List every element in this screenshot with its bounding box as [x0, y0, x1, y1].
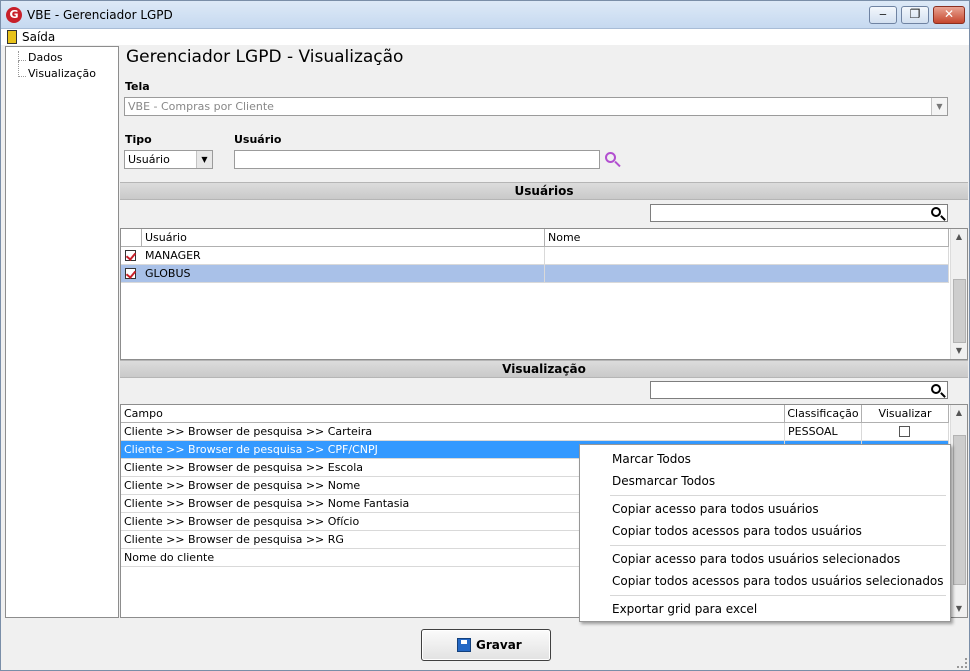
view-search-input[interactable] [650, 381, 948, 399]
tree-connector [18, 61, 26, 77]
view-campo: Cliente >> Browser de pesquisa >> Cartei… [121, 423, 785, 441]
tipo-label: Tipo [125, 133, 152, 146]
scroll-down-icon[interactable]: ▼ [951, 601, 967, 617]
scroll-thumb[interactable] [953, 435, 966, 585]
tipo-select-value: Usuário [128, 153, 170, 166]
users-search-input[interactable] [650, 204, 948, 222]
menu-separator [610, 595, 946, 596]
tela-select-value: VBE - Compras por Cliente [128, 100, 274, 113]
users-header-check [121, 229, 142, 247]
users-header-usuario[interactable]: Usuário [142, 229, 545, 247]
menu-item-copiar-todos-acessos[interactable]: Copiar todos acessos para todos usuários [612, 524, 862, 538]
menu-item-marcar-todos[interactable]: Marcar Todos [612, 452, 691, 466]
tree-connector [18, 51, 26, 61]
close-button[interactable]: ✕ [933, 6, 965, 24]
usuario-label: Usuário [234, 133, 282, 146]
context-menu: Marcar Todos Desmarcar Todos Copiar aces… [579, 444, 951, 622]
search-icon[interactable] [605, 152, 621, 168]
tela-select[interactable]: VBE - Compras por Cliente ▼ [124, 97, 948, 116]
menu-separator [610, 545, 946, 546]
table-row[interactable]: MANAGER [121, 247, 949, 265]
table-row[interactable]: Cliente >> Browser de pesquisa >> Cartei… [121, 423, 949, 441]
user-nome [545, 265, 949, 283]
users-scrollbar[interactable]: ▲ ▼ [950, 229, 967, 359]
view-section-header: Visualização [120, 360, 968, 378]
tree-item-visualizacao[interactable]: Visualização [28, 67, 96, 80]
tipo-select[interactable]: Usuário ▼ [124, 150, 213, 169]
scroll-up-icon[interactable]: ▲ [951, 405, 967, 421]
navigation-tree: Dados Visualização [5, 46, 119, 618]
menu-separator [610, 495, 946, 496]
scroll-down-icon[interactable]: ▼ [951, 343, 967, 359]
floppy-disk-icon [457, 638, 471, 652]
view-visualizar-cell [862, 423, 949, 441]
menu-item-desmarcar-todos[interactable]: Desmarcar Todos [612, 474, 715, 488]
restore-button[interactable]: ❐ [901, 6, 929, 24]
menu-exit[interactable]: Saída [22, 30, 55, 44]
user-usuario: MANAGER [142, 247, 545, 265]
user-checkbox[interactable] [125, 268, 136, 279]
view-header-visualizar[interactable]: Visualizar [862, 405, 949, 423]
user-usuario: GLOBUS [142, 265, 545, 283]
search-icon[interactable] [931, 384, 941, 394]
scroll-thumb[interactable] [953, 279, 966, 343]
users-header-nome[interactable]: Nome [545, 229, 949, 247]
view-classificacao: PESSOAL [785, 423, 862, 441]
tree-item-dados[interactable]: Dados [28, 51, 63, 64]
minimize-button[interactable]: ‒ [869, 6, 897, 24]
users-section-header: Usuários [120, 182, 968, 200]
page-title: Gerenciador LGPD - Visualização [126, 47, 404, 67]
view-scrollbar[interactable]: ▲ ▼ [950, 405, 967, 617]
title-bar[interactable]: G VBE - Gerenciador LGPD ‒ ❐ ✕ [1, 1, 969, 29]
window-title: VBE - Gerenciador LGPD [27, 8, 173, 22]
main-window: G VBE - Gerenciador LGPD ‒ ❐ ✕ Saída Dad… [0, 0, 970, 671]
view-header-classificacao[interactable]: Classificação [785, 405, 862, 423]
menu-item-copiar-acesso-todos[interactable]: Copiar acesso para todos usuários [612, 502, 819, 516]
view-header-campo[interactable]: Campo [121, 405, 785, 423]
menu-item-copiar-acesso-selecionados[interactable]: Copiar acesso para todos usuários seleci… [612, 552, 900, 566]
user-checkbox[interactable] [125, 250, 136, 261]
visualizar-checkbox[interactable] [899, 426, 910, 437]
user-nome [545, 247, 949, 265]
search-icon[interactable] [931, 207, 941, 217]
usuario-field[interactable] [234, 150, 600, 169]
menu-item-exportar-excel[interactable]: Exportar grid para excel [612, 602, 757, 616]
menu-bar: Saída [1, 29, 969, 45]
app-logo-icon: G [6, 7, 22, 23]
table-row[interactable]: GLOBUS [121, 265, 949, 283]
tela-label: Tela [125, 80, 150, 93]
resize-grip-icon[interactable] [957, 658, 967, 668]
chevron-down-icon[interactable]: ▼ [931, 98, 947, 115]
save-button[interactable]: Gravar [421, 629, 551, 661]
users-grid: Usuário Nome MANAGER GLOBUS ▲ ▼ [120, 228, 968, 360]
menu-item-copiar-todos-acessos-selecionados[interactable]: Copiar todos acessos para todos usuários… [612, 574, 944, 588]
scroll-up-icon[interactable]: ▲ [951, 229, 967, 245]
exit-door-icon[interactable] [7, 30, 17, 44]
save-button-label: Gravar [476, 638, 522, 652]
chevron-down-icon[interactable]: ▼ [196, 151, 212, 168]
